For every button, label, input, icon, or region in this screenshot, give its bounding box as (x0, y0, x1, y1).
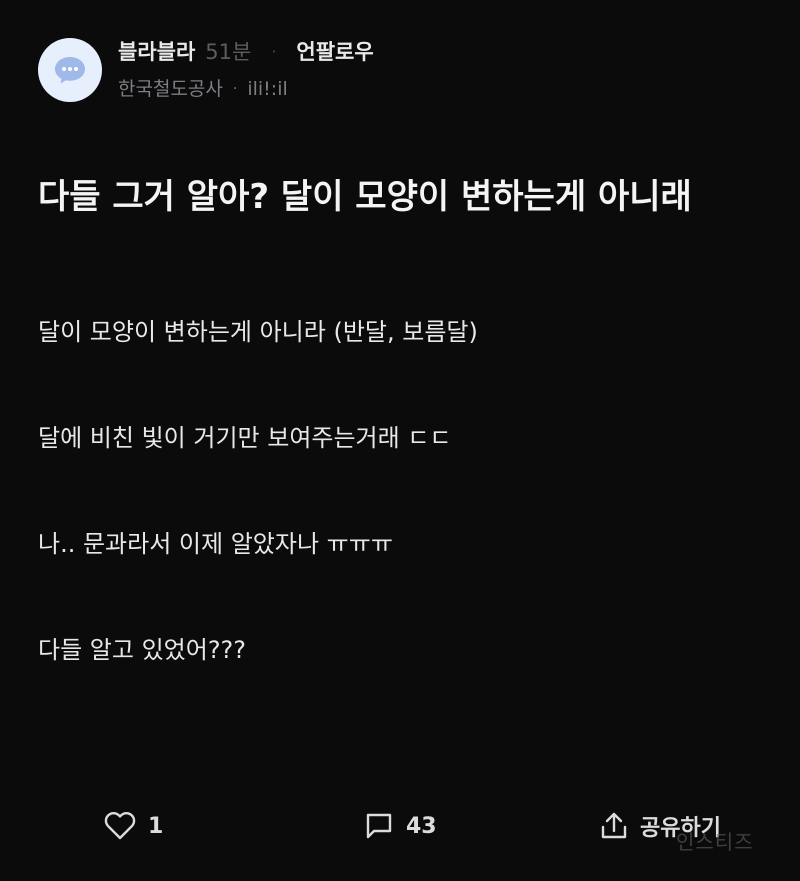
avatar[interactable] (38, 38, 102, 102)
body-line: 달에 비친 빛이 거기만 보여주는거래 ㄷㄷ (38, 424, 452, 452)
post-header: 블라블라 51분 · 언팔로우 한국철도공사 · ili!:il (38, 38, 374, 102)
author-name[interactable]: 블라블라 (118, 38, 195, 66)
comment-count: 43 (406, 813, 437, 839)
body-line: 다들 알고 있었어??? (38, 636, 247, 664)
body-line: 나.. 문과라서 이제 알았자나 ㅠㅠㅠ (38, 530, 393, 558)
chat-bubble-icon (55, 57, 85, 84)
post-time: 51분 (205, 40, 252, 64)
body-line: 달이 모양이 변하는게 아니라 (반달, 보름달) (38, 318, 478, 346)
company-name[interactable]: 한국철도공사 (118, 76, 223, 102)
post-title: 다들 그거 알아? 달이 모양이 변하는게 아니래 (38, 177, 692, 217)
unfollow-button[interactable]: 언팔로우 (296, 38, 373, 66)
comment-button[interactable]: 43 (364, 803, 437, 849)
share-icon (601, 812, 627, 839)
company-separator: · (232, 81, 238, 97)
heart-icon (104, 811, 136, 840)
like-count: 1 (148, 813, 164, 839)
like-button[interactable]: 1 (104, 803, 163, 849)
separator-dot: · (271, 42, 277, 61)
comment-icon (366, 813, 392, 839)
post-body: 달이 모양이 변하는게 아니라 (반달, 보름달) 달에 비친 빛이 거기만 보… (38, 308, 758, 674)
watermark: 인스티즈 (676, 830, 754, 854)
author-nickname: ili!:il (247, 78, 288, 100)
